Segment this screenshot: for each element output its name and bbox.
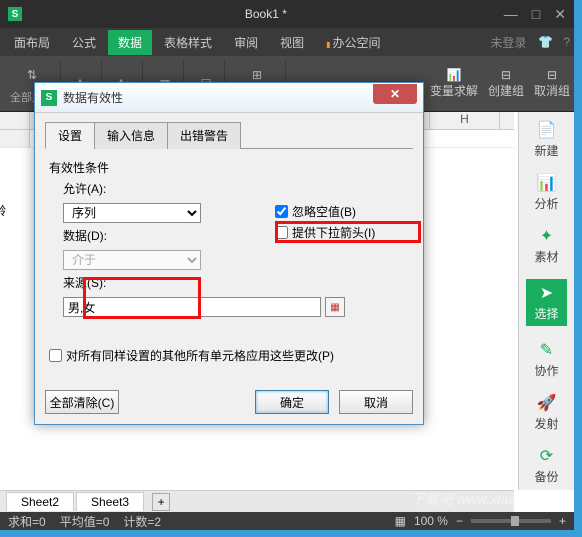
tab-error-alert[interactable]: 出错警告	[167, 122, 241, 149]
allow-label: 允许(A):	[63, 180, 106, 197]
view-icon[interactable]: ▦	[395, 514, 406, 528]
add-sheet-button[interactable]: +	[152, 493, 170, 511]
ok-button[interactable]: 确定	[255, 390, 329, 414]
dialog-title: 数据有效性	[63, 89, 373, 106]
status-count: 计数=2	[123, 513, 161, 530]
sidebar-item-material[interactable]: ✦素材	[534, 226, 558, 265]
sidebar-item-new[interactable]: 📄新建	[534, 120, 558, 159]
status-sum: 求和=0	[8, 513, 46, 530]
cursor-icon: ➤	[536, 283, 556, 303]
source-input[interactable]	[63, 297, 321, 317]
menu-review[interactable]: 审阅	[224, 30, 268, 55]
close-button[interactable]: ✕	[554, 6, 566, 23]
clear-all-button[interactable]: 全部清除(C)	[45, 390, 119, 414]
menu-view[interactable]: 视图	[270, 30, 314, 55]
menu-office-space[interactable]: 办公空间	[316, 30, 390, 55]
chart-icon: 📊	[536, 173, 556, 193]
data-label: 数据(D):	[63, 227, 107, 244]
cancel-group-button[interactable]: ⊟取消组	[534, 68, 570, 99]
app-icon: S	[8, 7, 22, 21]
provide-dropdown-checkbox[interactable]	[275, 226, 288, 239]
file-icon: 📄	[536, 120, 556, 140]
sidebar-item-launch[interactable]: 🚀发射	[534, 393, 558, 432]
menubar: 面布局 公式 数据 表格样式 审阅 视图 办公空间 未登录 👕 ?	[0, 28, 574, 56]
create-group-button[interactable]: ⊟创建组	[488, 68, 524, 99]
titlebar: S Book1 * — □ ✕	[0, 0, 574, 28]
star-icon: ✦	[536, 226, 556, 246]
apply-all-checkbox[interactable]	[49, 349, 62, 362]
condition-label: 有效性条件	[49, 159, 413, 176]
col-h[interactable]: H	[430, 112, 500, 129]
solve-button[interactable]: 📊变量求解	[430, 68, 478, 99]
tshirt-icon[interactable]: 👕	[538, 35, 553, 49]
sheet-tabs: Sheet2 Sheet3 +	[0, 490, 514, 512]
zoom-out-button[interactable]: −	[456, 514, 463, 528]
tab-sheet2[interactable]: Sheet2	[6, 492, 74, 511]
menu-layout[interactable]: 面布局	[4, 30, 60, 55]
maximize-button[interactable]: □	[532, 6, 540, 23]
tab-input-message[interactable]: 输入信息	[94, 122, 168, 149]
ignore-blank-checkbox[interactable]	[275, 205, 288, 218]
sidebar-item-select[interactable]: ➤选择	[526, 279, 566, 326]
tab-settings[interactable]: 设置	[45, 122, 95, 149]
dialog-close-button[interactable]: ✕	[373, 84, 417, 104]
cancel-button[interactable]: 取消	[339, 390, 413, 414]
statusbar: 求和=0 平均值=0 计数=2 ▦ 100 % − +	[0, 512, 574, 530]
sidebar-item-analyze[interactable]: 📊分析	[534, 173, 558, 212]
menu-formula[interactable]: 公式	[62, 30, 106, 55]
data-validation-dialog: S 数据有效性 ✕ 设置 输入信息 出错警告 有效性条件 允许(A): 序列 数…	[34, 82, 424, 425]
sidebar-item-coop[interactable]: ✎协作	[534, 340, 558, 379]
share-icon: ✎	[536, 340, 556, 360]
rocket-icon: 🚀	[536, 393, 556, 413]
menu-table-style[interactable]: 表格样式	[154, 30, 222, 55]
status-avg: 平均值=0	[60, 513, 110, 530]
tab-sheet3[interactable]: Sheet3	[76, 492, 144, 511]
window-title: Book1 *	[28, 7, 504, 21]
backup-icon: ⟳	[536, 446, 556, 466]
zoom-value: 100 %	[414, 514, 448, 528]
range-picker-button[interactable]: ▦	[325, 297, 345, 317]
apply-all-label: 对所有同样设置的其他所有单元格应用这些更改(P)	[66, 347, 334, 364]
zoom-slider[interactable]	[471, 519, 551, 523]
help-icon[interactable]: ?	[563, 35, 570, 49]
menu-data[interactable]: 数据	[108, 30, 152, 55]
ignore-blank-label: 忽略空值(B)	[292, 203, 356, 220]
zoom-in-button[interactable]: +	[559, 514, 566, 528]
login-status[interactable]: 未登录	[490, 34, 526, 51]
sidebar: 📄新建 📊分析 ✦素材 ➤选择 ✎协作 🚀发射 ⟳备份	[518, 112, 574, 490]
dialog-app-icon: S	[41, 90, 57, 106]
data-dropdown[interactable]: 介于	[63, 250, 201, 270]
source-label: 来源(S):	[63, 274, 106, 291]
sidebar-item-backup[interactable]: ⟳备份	[534, 446, 558, 485]
allow-dropdown[interactable]: 序列	[63, 203, 201, 223]
minimize-button[interactable]: —	[504, 6, 518, 23]
provide-dropdown-label: 提供下拉箭头(I)	[292, 224, 375, 241]
